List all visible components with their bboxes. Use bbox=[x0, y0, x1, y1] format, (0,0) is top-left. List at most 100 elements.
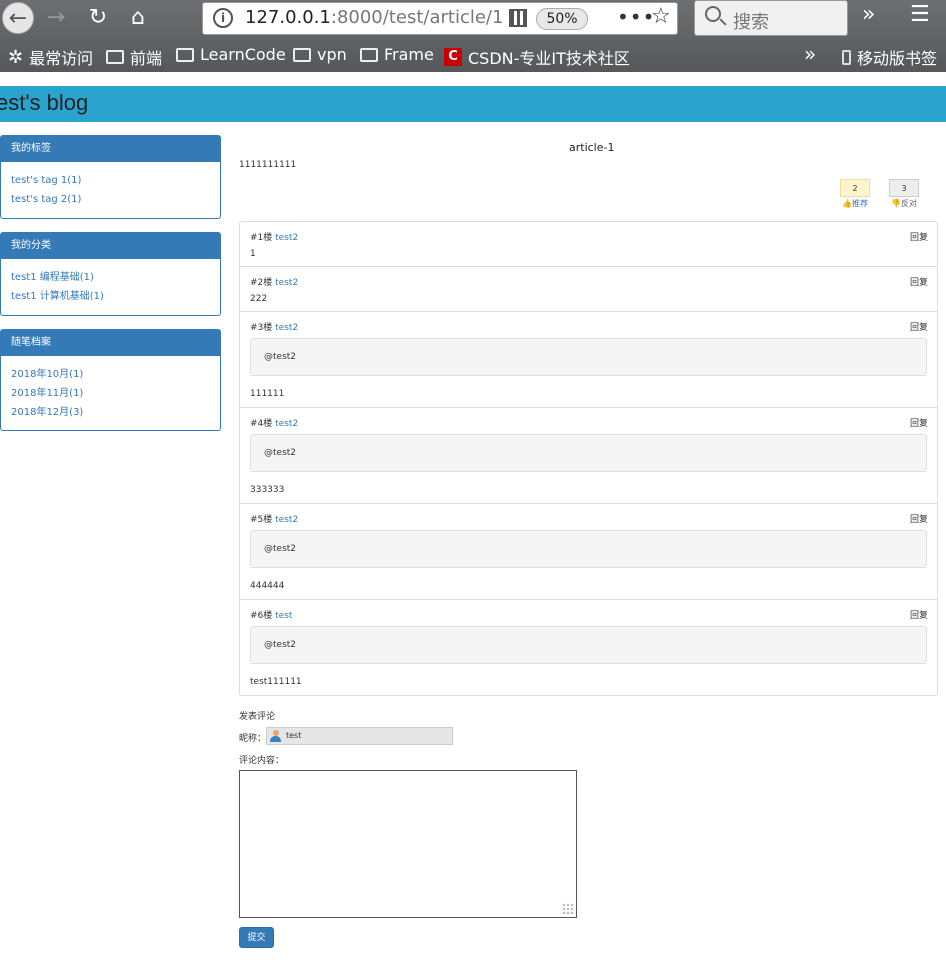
browser-toolbar: ← → ↻ ⌂ i 127.0.0.1:8000/test/article/1 … bbox=[0, 0, 946, 37]
reply-link[interactable]: 回复 bbox=[910, 416, 928, 429]
more-actions-icon[interactable]: ••• bbox=[617, 5, 655, 29]
reply-link[interactable]: 回复 bbox=[910, 230, 928, 243]
comment-header: #5楼 test2 bbox=[250, 512, 298, 525]
search-placeholder: 搜索 bbox=[733, 12, 769, 33]
url-path: :8000/test/article/1 bbox=[330, 7, 504, 28]
panel-title: 随笔档案 bbox=[1, 330, 220, 356]
comment-user-link[interactable]: test bbox=[275, 611, 292, 621]
reload-button[interactable]: ↻ bbox=[82, 2, 114, 34]
phone-icon bbox=[842, 49, 851, 65]
comment-item: #3楼 test2 回复 @test2 111111 bbox=[240, 312, 937, 408]
comment-item: #6楼 test 回复 @test2 test111111 bbox=[240, 600, 937, 695]
comment-quote: @test2 bbox=[250, 338, 927, 376]
nickname-field[interactable]: test bbox=[266, 727, 453, 745]
downvote-label: 👎反对 bbox=[889, 197, 919, 211]
bookmark-learncode[interactable]: LearnCode bbox=[176, 45, 286, 64]
comment-header: #6楼 test bbox=[250, 608, 292, 621]
info-icon[interactable]: i bbox=[213, 8, 233, 28]
home-icon: ⌂ bbox=[131, 5, 145, 30]
comment-header: #3楼 test2 bbox=[250, 320, 298, 333]
toolbar-overflow-icon[interactable]: » bbox=[862, 2, 875, 27]
comment-quote: @test2 bbox=[250, 626, 927, 664]
comment-user-link[interactable]: test2 bbox=[275, 278, 298, 288]
comment-item: #1楼 test2 回复 1 bbox=[240, 222, 937, 267]
reply-link[interactable]: 回复 bbox=[910, 275, 928, 288]
bookmark-frame[interactable]: Frame bbox=[360, 45, 434, 64]
thumbs-up-icon: 👍 bbox=[842, 199, 852, 208]
comment-user-link[interactable]: test2 bbox=[275, 323, 298, 333]
user-icon bbox=[270, 730, 281, 743]
comment-form-title: 发表评论 bbox=[239, 712, 276, 722]
tags-panel: 我的标签 test's tag 1(1) test's tag 2(1) bbox=[0, 135, 221, 219]
folder-icon bbox=[293, 47, 311, 62]
blog-header: est's blog bbox=[0, 86, 946, 122]
category-link[interactable]: test1 计算机基础(1) bbox=[11, 287, 210, 306]
arrow-left-icon: ← bbox=[8, 6, 28, 31]
reply-link[interactable]: 回复 bbox=[910, 608, 928, 621]
hamburger-menu-icon[interactable]: ☰ bbox=[910, 2, 930, 27]
csdn-logo-icon: C bbox=[444, 48, 462, 66]
comment-floor: #1楼 bbox=[250, 233, 273, 243]
article-title: article-1 bbox=[569, 141, 615, 154]
content-label: 评论内容： bbox=[239, 756, 285, 766]
blog-title[interactable]: est's blog bbox=[0, 86, 88, 120]
comment-item: #4楼 test2 回复 @test2 333333 bbox=[240, 408, 937, 504]
forward-button[interactable]: → bbox=[40, 2, 72, 34]
bookmark-csdn[interactable]: C CSDN-专业IT技术社区 bbox=[444, 45, 630, 69]
comment-header: #4楼 test2 bbox=[250, 416, 298, 429]
comment-quote: @test2 bbox=[250, 434, 927, 472]
zoom-indicator[interactable]: 50% bbox=[536, 8, 588, 30]
comment-user-link[interactable]: test2 bbox=[275, 419, 298, 429]
category-link[interactable]: test1 编程基础(1) bbox=[11, 268, 210, 287]
gear-icon: ✲ bbox=[8, 46, 24, 68]
folder-icon bbox=[360, 47, 378, 62]
back-button[interactable]: ← bbox=[2, 2, 34, 34]
home-button[interactable]: ⌂ bbox=[122, 2, 154, 34]
reply-link[interactable]: 回复 bbox=[910, 320, 928, 333]
comment-user-link[interactable]: test2 bbox=[275, 233, 298, 243]
archive-link[interactable]: 2018年12月(3) bbox=[11, 403, 210, 422]
article-body: 1111111111 bbox=[239, 160, 297, 170]
tag-link[interactable]: test's tag 1(1) bbox=[11, 171, 210, 190]
bookmark-label: 最常访问 bbox=[29, 49, 94, 68]
archive-link[interactable]: 2018年10月(1) bbox=[11, 365, 210, 384]
thumbs-down-icon: 👎 bbox=[891, 199, 901, 208]
folder-icon bbox=[106, 50, 124, 64]
bookmark-frontend[interactable]: 前端 bbox=[106, 45, 162, 69]
resize-handle-icon[interactable] bbox=[562, 903, 574, 915]
downvote-button[interactable]: 3 👎反对 bbox=[889, 179, 919, 211]
bookmarks-bar: ✲ 最常访问 前端 LearnCode vpn Frame C CSDN-专业IT技… bbox=[0, 40, 946, 72]
comment-text: 111111 bbox=[250, 389, 285, 399]
upvote-button[interactable]: 2 👍推荐 bbox=[840, 179, 870, 211]
bookmark-most-visited[interactable]: ✲ 最常访问 bbox=[8, 45, 93, 69]
url-host: 127.0.0.1 bbox=[245, 7, 331, 28]
archive-link[interactable]: 2018年11月(1) bbox=[11, 384, 210, 403]
address-bar[interactable]: i 127.0.0.1:8000/test/article/1 50% ••• … bbox=[202, 2, 678, 35]
comment-item: #5楼 test2 回复 @test2 444444 bbox=[240, 504, 937, 600]
arrow-right-icon: → bbox=[46, 5, 66, 30]
comment-text: 444444 bbox=[250, 581, 285, 591]
comment-user-link[interactable]: test2 bbox=[275, 515, 298, 525]
bookmarks-overflow-icon[interactable]: » bbox=[804, 42, 816, 66]
tag-link[interactable]: test's tag 2(1) bbox=[11, 190, 210, 209]
bookmark-vpn[interactable]: vpn bbox=[293, 45, 347, 64]
bookmark-mobile[interactable]: 移动版书签 bbox=[842, 45, 937, 69]
folder-icon bbox=[176, 47, 194, 62]
reload-icon: ↻ bbox=[88, 5, 108, 30]
comment-header: #2楼 test2 bbox=[250, 275, 298, 288]
comment-content-textarea[interactable] bbox=[239, 770, 577, 918]
submit-button[interactable]: 提交 bbox=[239, 927, 274, 948]
nickname-value: test bbox=[286, 731, 302, 740]
comment-item: #2楼 test2 回复 222 bbox=[240, 267, 937, 312]
bookmark-label: 前端 bbox=[130, 49, 163, 68]
reply-link[interactable]: 回复 bbox=[910, 512, 928, 525]
upvote-text: 推荐 bbox=[851, 199, 868, 208]
bookmark-star-icon[interactable]: ☆ bbox=[651, 4, 671, 29]
qr-code-icon[interactable] bbox=[509, 9, 527, 27]
comment-floor: #2楼 bbox=[250, 278, 273, 288]
comment-list: #1楼 test2 回复 1 #2楼 test2 回复 222 #3楼 test… bbox=[239, 221, 938, 696]
panel-title: 我的分类 bbox=[1, 233, 220, 259]
url-text[interactable]: 127.0.0.1:8000/test/article/1 bbox=[245, 7, 503, 28]
archive-panel: 随笔档案 2018年10月(1) 2018年11月(1) 2018年12月(3) bbox=[0, 329, 221, 431]
search-box[interactable]: 搜索 bbox=[694, 0, 848, 36]
